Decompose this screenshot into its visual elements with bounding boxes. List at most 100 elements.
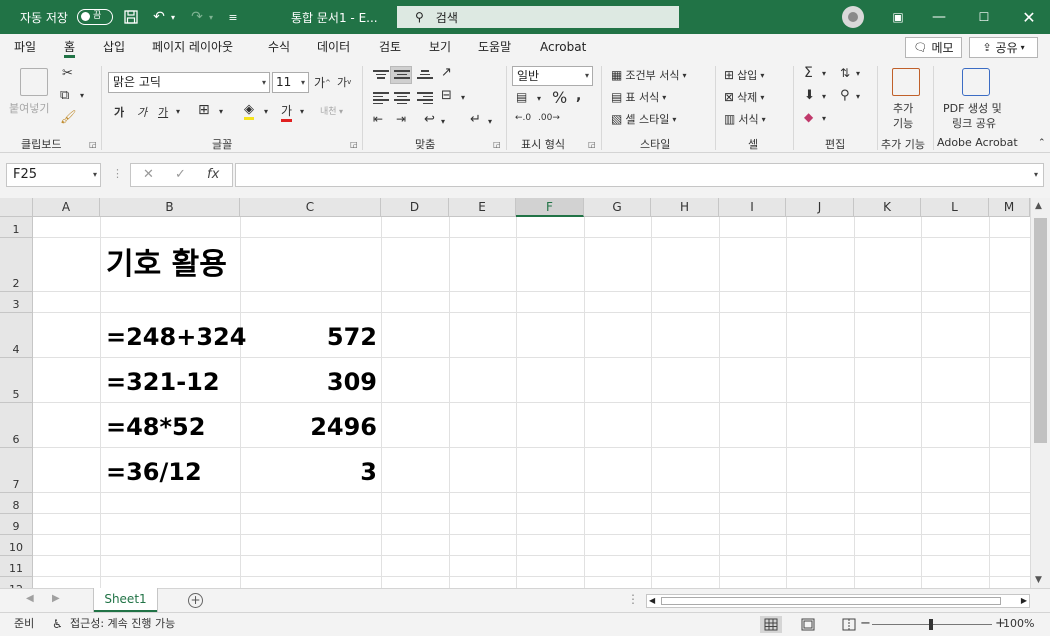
- tab-home[interactable]: 홈: [64, 34, 76, 60]
- autosum-dropdown-icon[interactable]: ▾: [822, 69, 826, 78]
- pdf-create-label-1[interactable]: PDF 생성 및: [943, 100, 1002, 116]
- pdf-share-icon[interactable]: [962, 68, 990, 96]
- formula-cell-b4[interactable]: =248+324: [106, 322, 246, 352]
- merge-dropdown-icon[interactable]: ▾: [461, 93, 465, 102]
- row-header-10[interactable]: 10: [0, 535, 33, 556]
- orientation-icon[interactable]: ↗: [441, 65, 452, 80]
- copy-icon[interactable]: ⧉: [60, 88, 69, 103]
- merge-center-icon[interactable]: ⊟: [441, 88, 452, 103]
- scroll-right-icon[interactable]: ▶: [1021, 595, 1027, 607]
- select-all-corner[interactable]: [0, 198, 33, 217]
- row-header-9[interactable]: 9: [0, 514, 33, 535]
- font-color-icon[interactable]: 가: [281, 102, 293, 122]
- increase-font-icon[interactable]: 가 ^: [314, 74, 331, 91]
- row-header-6[interactable]: 6: [0, 403, 33, 448]
- delete-cells-button[interactable]: ⊠ 삭제 ▾: [724, 89, 764, 105]
- font-color-dropdown-icon[interactable]: ▾: [300, 107, 304, 116]
- add-sheet-icon[interactable]: +: [188, 593, 203, 608]
- wrap-text-icon[interactable]: ↩: [424, 112, 435, 127]
- paste-button-label[interactable]: 붙여넣기: [9, 100, 49, 116]
- column-header-m[interactable]: M: [989, 198, 1030, 217]
- row-header-3[interactable]: 3: [0, 292, 33, 313]
- align-middle-icon[interactable]: [394, 68, 410, 82]
- maximize-button[interactable]: ☐: [961, 0, 1007, 34]
- cell-styles-button[interactable]: ▧ 셀 스타일 ▾: [611, 111, 676, 127]
- column-header-a[interactable]: A: [33, 198, 100, 217]
- undo-dropdown-icon[interactable]: ▾: [171, 0, 175, 34]
- column-header-l[interactable]: L: [921, 198, 989, 217]
- number-format-select[interactable]: 일반 ▾: [512, 66, 593, 86]
- page-break-view-button[interactable]: [838, 616, 860, 633]
- font-size-select[interactable]: 11 ▾: [272, 72, 309, 93]
- addins-label-2[interactable]: 기능: [893, 115, 913, 131]
- sort-filter-icon[interactable]: ⇅: [840, 66, 850, 80]
- close-button[interactable]: ✕: [1006, 0, 1050, 34]
- row-header-4[interactable]: 4: [0, 313, 33, 358]
- worksheet-grid[interactable]: A B C D E F G H I J K L M 1 2 3 4 5 6 7 …: [0, 198, 1050, 588]
- column-header-e[interactable]: E: [449, 198, 516, 217]
- increase-decimal-icon[interactable]: ←.0: [515, 113, 531, 123]
- row-header-7[interactable]: 7: [0, 448, 33, 493]
- zoom-slider-knob[interactable]: [929, 619, 933, 630]
- format-painter-icon[interactable]: 🖌: [60, 110, 77, 125]
- name-box[interactable]: F25 ▾: [6, 163, 101, 187]
- conditional-format-button[interactable]: ▦ 조건부 서식 ▾: [611, 67, 686, 83]
- clipboard-launcher-icon[interactable]: ◲: [89, 140, 97, 149]
- underline-dropdown-icon[interactable]: ▾: [176, 107, 180, 116]
- tab-acrobat[interactable]: Acrobat: [540, 34, 586, 60]
- splitter-handle-icon[interactable]: ⋮: [627, 592, 639, 606]
- tab-insert[interactable]: 삽입: [103, 34, 125, 60]
- tab-file[interactable]: 파일: [14, 34, 36, 60]
- align-left-icon[interactable]: [373, 90, 389, 104]
- tab-help[interactable]: 도움말: [478, 34, 511, 60]
- font-launcher-icon[interactable]: ◲: [350, 140, 358, 149]
- user-avatar[interactable]: [842, 6, 864, 28]
- bold-icon[interactable]: 가: [114, 104, 124, 120]
- column-header-j[interactable]: J: [786, 198, 854, 217]
- column-header-k[interactable]: K: [854, 198, 921, 217]
- align-right-icon[interactable]: [417, 90, 433, 104]
- normal-view-button[interactable]: [760, 616, 782, 633]
- minimize-button[interactable]: —: [916, 0, 962, 34]
- currency-dropdown-icon[interactable]: ▾: [537, 94, 541, 103]
- align-bottom-icon[interactable]: [417, 68, 433, 82]
- zoom-out-icon[interactable]: −: [860, 613, 871, 636]
- clear-icon[interactable]: ◆: [804, 110, 813, 124]
- vertical-scroll-thumb[interactable]: [1034, 218, 1047, 443]
- format-as-table-button[interactable]: ▤ 표 서식 ▾: [611, 89, 666, 105]
- result-cell-c4[interactable]: 572: [241, 322, 377, 352]
- formula-input[interactable]: ▾: [235, 163, 1044, 187]
- find-dropdown-icon[interactable]: ▾: [856, 92, 860, 101]
- align-center-icon[interactable]: [394, 90, 410, 104]
- copy-dropdown-icon[interactable]: ▾: [80, 91, 84, 100]
- share-button[interactable]: ⇪ 공유 ▾: [969, 37, 1038, 58]
- row-header-11[interactable]: 11: [0, 556, 33, 577]
- number-launcher-icon[interactable]: ◲: [588, 140, 596, 149]
- currency-icon[interactable]: ▤: [516, 90, 527, 104]
- column-header-b[interactable]: B: [100, 198, 240, 217]
- format-cells-button[interactable]: ▥ 서식 ▾: [724, 111, 766, 127]
- expand-formula-icon[interactable]: ▾: [1034, 164, 1038, 186]
- page-layout-view-button[interactable]: [797, 616, 819, 633]
- next-sheet-icon[interactable]: ▶: [52, 593, 60, 604]
- horizontal-scroll-thumb[interactable]: [661, 597, 1001, 605]
- row-header-5[interactable]: 5: [0, 358, 33, 403]
- column-header-i[interactable]: I: [719, 198, 786, 217]
- tab-page-layout[interactable]: 페이지 레이아웃: [152, 34, 233, 60]
- zoom-level[interactable]: 100%: [1003, 613, 1034, 636]
- result-cell-c7[interactable]: 3: [241, 457, 377, 487]
- column-header-d[interactable]: D: [381, 198, 449, 217]
- fill-icon[interactable]: ⬇: [804, 88, 815, 103]
- decrease-indent-icon[interactable]: ⇤: [373, 112, 383, 126]
- fill-dropdown-icon[interactable]: ▾: [264, 107, 268, 116]
- result-cell-c5[interactable]: 309: [241, 367, 377, 397]
- paste-icon[interactable]: [20, 68, 48, 96]
- borders-dropdown-icon[interactable]: ▾: [219, 107, 223, 116]
- sort-dropdown-icon[interactable]: ▾: [856, 69, 860, 78]
- vertical-scrollbar[interactable]: ▲ ▼: [1030, 198, 1050, 588]
- italic-icon[interactable]: 가: [137, 104, 147, 120]
- title-cell-b2[interactable]: 기호 활용: [106, 246, 227, 284]
- tab-review[interactable]: 검토: [379, 34, 401, 60]
- comments-button[interactable]: 🗨 메모: [905, 37, 962, 58]
- font-name-select[interactable]: 맑은 고딕 ▾: [108, 72, 270, 93]
